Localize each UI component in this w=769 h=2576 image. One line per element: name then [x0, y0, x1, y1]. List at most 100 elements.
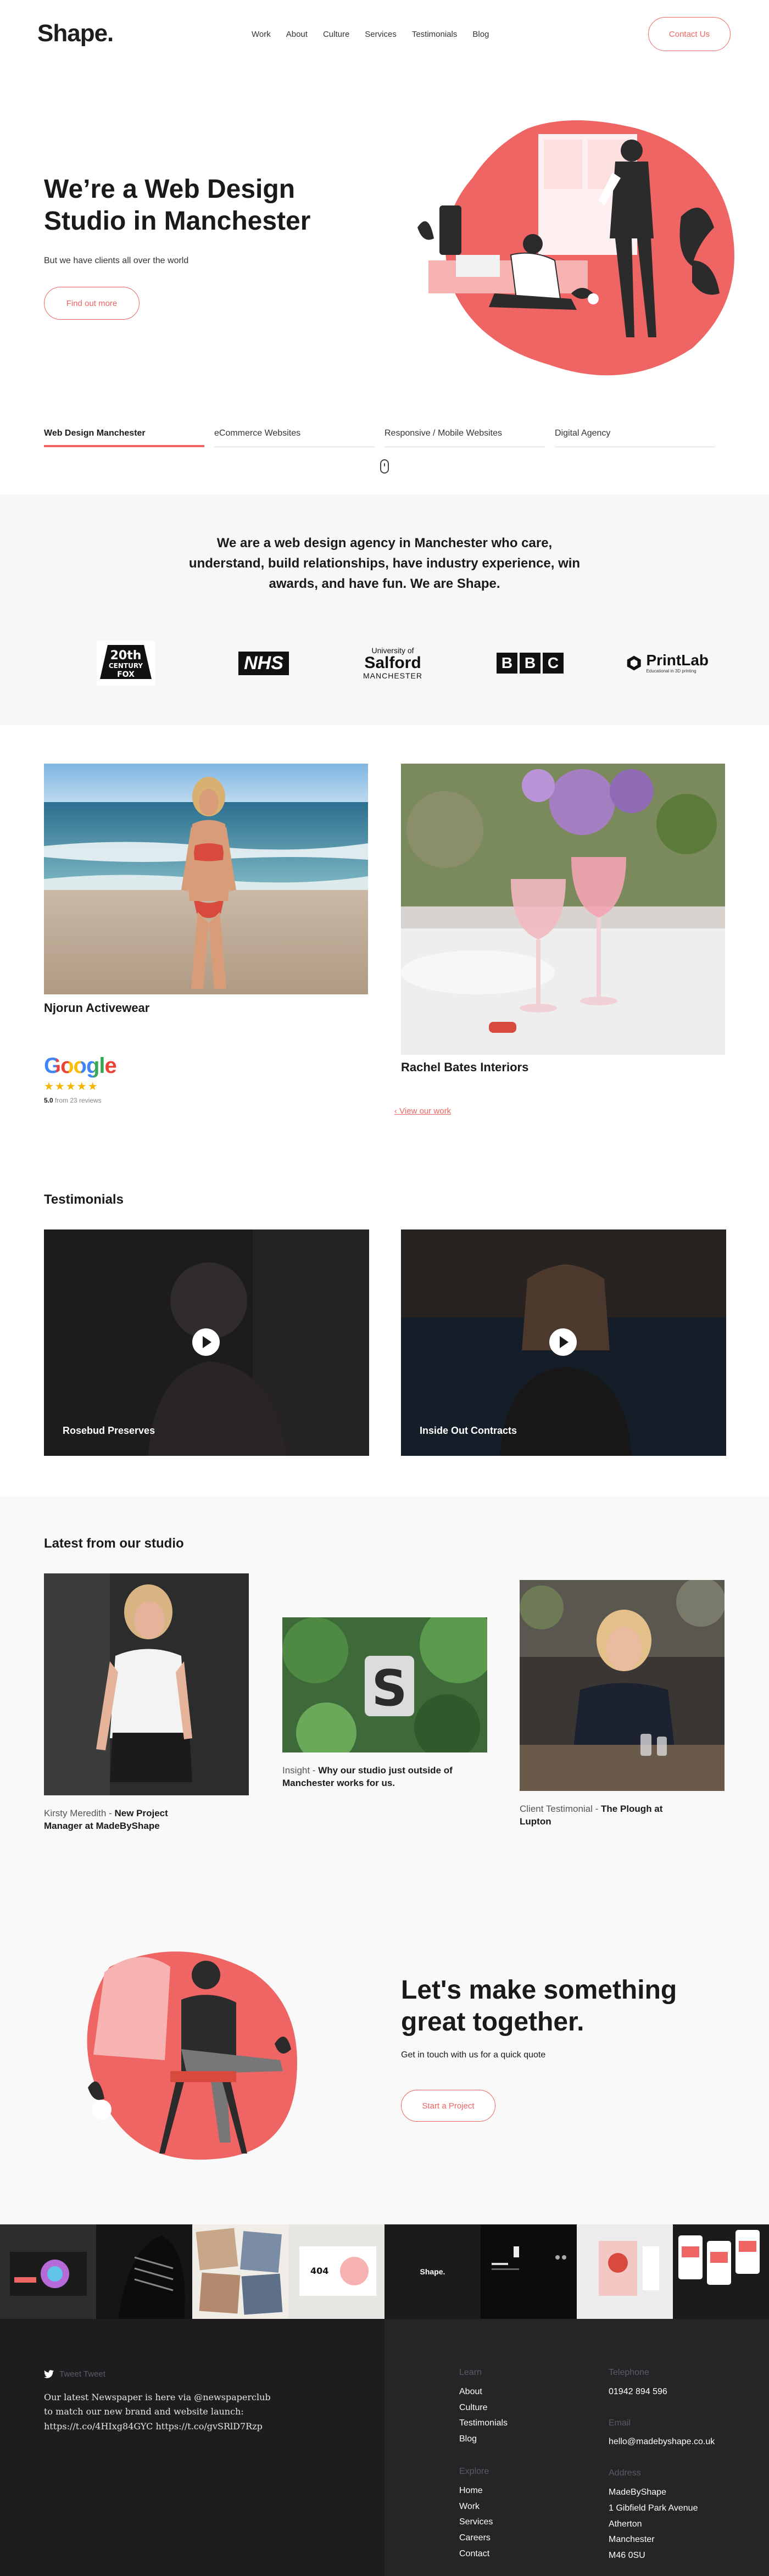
bbc-logo-b2: B: [520, 653, 540, 674]
agency-intro: We are a web design agency in Manchester…: [0, 494, 769, 725]
google-logo: Google: [44, 1054, 117, 1078]
hero-title: We’re a Web Design Studio in Manchester: [44, 175, 311, 236]
tab-ecommerce-websites[interactable]: eCommerce Websites: [214, 429, 375, 447]
site-footer: Tweet Tweet Our latest Newspaper is here…: [0, 2319, 769, 2576]
bbc-logo-c: C: [543, 653, 564, 674]
gallery-404-label: 404: [310, 2266, 328, 2276]
footer-explore-heading: Explore: [459, 2467, 489, 2476]
google-wordmark: Google: [44, 1054, 117, 1078]
video-label-rosebud: Rosebud Preserves: [63, 1425, 155, 1436]
post-caption-plough[interactable]: Client Testimonial - The Plough at Lupto…: [520, 1803, 695, 1828]
google-rating[interactable]: Google ★★★★★ 5.0 from 23 reviews: [44, 1054, 117, 1104]
page: Shape. Work About Culture Services Testi…: [0, 0, 769, 2576]
tab-responsive-mobile-websites[interactable]: Responsive / Mobile Websites: [384, 429, 545, 447]
client-logos: 20th CENTURY FOX NHS University of Salfo…: [82, 638, 714, 688]
post-category: Client Testimonial -: [520, 1804, 601, 1814]
agency-statement: We are a web design agency in Manchester…: [188, 536, 581, 592]
nav-item-services[interactable]: Services: [365, 30, 397, 39]
printlab-logo-tagline: Educational in 3D printing: [646, 669, 696, 674]
nav-item-blog[interactable]: Blog: [472, 30, 489, 39]
project-title-njorun[interactable]: Njorun Activewear: [44, 1001, 149, 1015]
gallery-item[interactable]: Shape.: [384, 2224, 481, 2319]
post-category: Kirsty Meredith -: [44, 1808, 115, 1818]
video-label-inside-out: Inside Out Contracts: [420, 1425, 517, 1436]
view-our-work-label: View our work: [399, 1106, 452, 1116]
footer-link-testimonials[interactable]: Testimonials: [459, 2416, 508, 2432]
footer-email[interactable]: hello@madebyshape.co.uk: [609, 2434, 715, 2450]
site-logo[interactable]: Shape.: [37, 20, 114, 47]
post-image-kirsty[interactable]: [44, 1573, 249, 1795]
tab-web-design-manchester[interactable]: Web Design Manchester: [44, 429, 204, 447]
fox-logo-century: CENTURY: [109, 662, 143, 670]
footer-twitter-panel: Tweet Tweet Our latest Newspaper is here…: [0, 2319, 384, 2576]
footer-link-work[interactable]: Work: [459, 2499, 493, 2515]
post-caption-kirsty[interactable]: Kirsty Meredith - New Project Manager at…: [44, 1807, 209, 1833]
footer-link-services[interactable]: Services: [459, 2514, 493, 2530]
gallery-item[interactable]: [673, 2224, 769, 2319]
testimonials-heading: Testimonials: [44, 1192, 124, 1207]
nhs-logo: NHS: [231, 638, 297, 688]
cta-title: Let's make something great together.: [401, 1976, 677, 2037]
play-icon[interactable]: [192, 1328, 220, 1356]
footer-link-home[interactable]: Home: [459, 2483, 493, 2499]
salford-logo: University of Salford MANCHESTER: [357, 638, 428, 688]
rating-score: 5.0: [44, 1097, 53, 1104]
latest-tweet[interactable]: Our latest Newspaper is here via @newspa…: [44, 2390, 275, 2434]
footer-email-heading: Email: [609, 2418, 631, 2428]
footer-telephone[interactable]: 01942 894 596: [609, 2384, 715, 2400]
fox-logo-number: 20th: [110, 649, 142, 663]
footer-link-about[interactable]: About: [459, 2384, 508, 2400]
main-nav: Work About Culture Services Testimonials…: [252, 30, 489, 39]
testimonial-video-inside-out[interactable]: Inside Out Contracts: [401, 1229, 726, 1456]
salford-logo-line3: MANCHESTER: [363, 671, 422, 680]
nav-item-work[interactable]: Work: [252, 30, 271, 39]
footer-links-panel: Learn About Culture Testimonials Blog Ex…: [384, 2319, 769, 2576]
footer-address-line: Manchester: [609, 2535, 655, 2545]
project-image-rachel-bates[interactable]: [401, 764, 725, 1055]
start-a-project-button[interactable]: Start a Project: [401, 2090, 495, 2122]
footer-telephone-heading: Telephone: [609, 2368, 649, 2377]
find-out-more-button[interactable]: Find out more: [44, 287, 140, 320]
footer-address-line: Atherton: [609, 2519, 642, 2529]
gallery-item[interactable]: [481, 2224, 577, 2319]
footer-link-contact[interactable]: Contact: [459, 2546, 493, 2562]
printlab-logo-text: PrintLab: [646, 652, 709, 669]
tab-digital-agency[interactable]: Digital Agency: [555, 429, 715, 447]
footer-link-blog[interactable]: Blog: [459, 2432, 508, 2447]
nav-item-about[interactable]: About: [286, 30, 308, 39]
gallery-shape-label: Shape.: [420, 2267, 445, 2276]
footer-link-culture[interactable]: Culture: [459, 2400, 508, 2416]
salford-logo-line1: University of: [371, 646, 414, 655]
service-tabs: Web Design Manchester eCommerce Websites…: [44, 429, 715, 447]
project-image-njorun[interactable]: [44, 764, 368, 994]
post-image-insight[interactable]: S: [282, 1617, 487, 1752]
bbc-logo-b1: B: [497, 653, 517, 674]
gallery-item[interactable]: [96, 2224, 192, 2319]
post-caption-insight[interactable]: Insight - Why our studio just outside of…: [282, 1765, 469, 1790]
salford-logo-line2: Salford: [364, 654, 421, 672]
bbc-logo: B B C: [494, 638, 566, 688]
nav-item-testimonials[interactable]: Testimonials: [412, 30, 458, 39]
play-icon[interactable]: [549, 1328, 577, 1356]
rating-count: from 23 reviews: [53, 1097, 102, 1104]
gallery-item[interactable]: [577, 2224, 673, 2319]
nav-item-culture[interactable]: Culture: [323, 30, 349, 39]
twitter-icon: [44, 2370, 54, 2378]
star-rating: ★★★★★: [44, 1081, 99, 1093]
gallery-item[interactable]: [192, 2224, 288, 2319]
cta-illustration: [87, 1951, 298, 2160]
footer-learn-heading: Learn: [459, 2368, 482, 2377]
contact-us-button[interactable]: Contact Us: [648, 17, 731, 51]
nhs-logo-text: NHS: [238, 651, 289, 675]
scroll-mouse-icon[interactable]: [380, 459, 389, 474]
view-our-work-link[interactable]: ‹ View our work: [394, 1106, 451, 1116]
gallery-item[interactable]: [0, 2224, 96, 2319]
footer-explore-column: Explore Home Work Services Careers Conta…: [459, 2464, 493, 2562]
post-image-plough[interactable]: [520, 1580, 725, 1791]
rating-summary: 5.0 from 23 reviews: [44, 1097, 116, 1104]
testimonial-video-rosebud[interactable]: Rosebud Preserves: [44, 1229, 369, 1456]
hero-illustration: [417, 120, 734, 376]
project-title-rachel-bates[interactable]: Rachel Bates Interiors: [401, 1060, 528, 1075]
gallery-item[interactable]: 404: [288, 2224, 384, 2319]
footer-link-careers[interactable]: Careers: [459, 2530, 493, 2546]
